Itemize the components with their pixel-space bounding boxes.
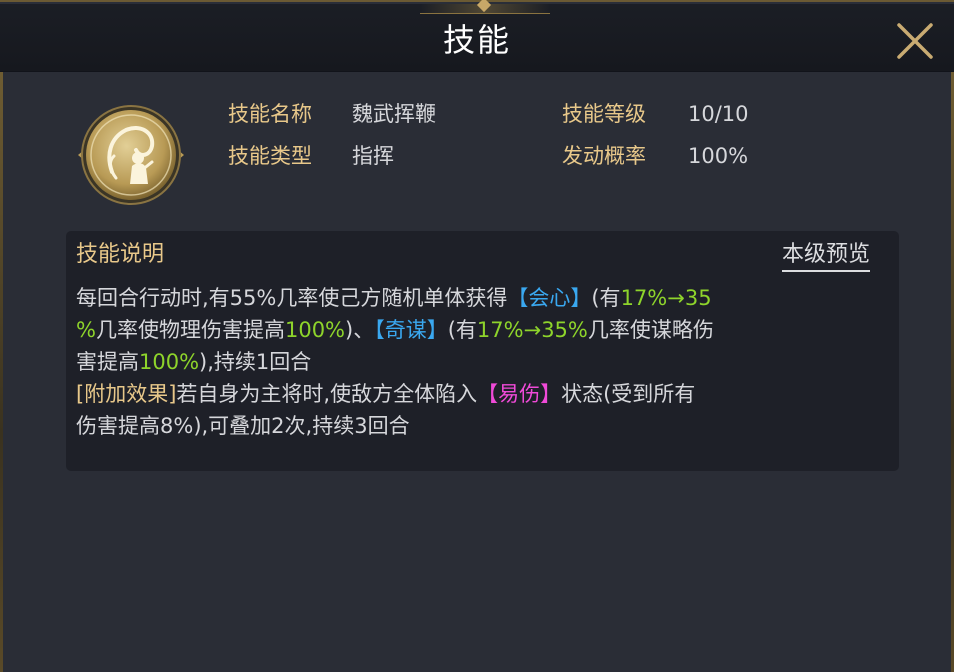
desc-text: 几率使谋略伤 [587,318,714,342]
skill-level-value: 10/10 [688,102,749,126]
desc-text: )、 [345,318,375,342]
trigger-chance-row: 发动概率 [562,142,646,170]
trigger-chance-value: 100% [688,144,749,168]
skill-type-row: 技能类型 [228,142,312,170]
skill-level-value-row: 10/10 [688,100,749,128]
whip-warrior-icon [76,100,186,210]
desc-text: (有 [447,318,477,342]
desc-number: 17%→35% [476,318,588,342]
dialog-title: 技能 [442,21,511,59]
desc-text: 几率使物理伤害提高 [95,318,285,342]
description-line-3: 害提高100%),持续1回合 [76,346,888,378]
description-line-1: 每回合行动时,有55%几率使己方随机单体获得【会心】(有17%→35 [76,282,888,314]
desc-text: (有 [591,286,621,310]
skill-name-value-row: 魏武挥鞭 [352,100,436,128]
level-preview-link[interactable]: 本级预览 [782,240,871,272]
desc-text: 伤害提高8%),可叠加2次,持续3回合 [76,414,410,438]
trigger-chance-value-row: 100% [688,142,748,170]
close-icon[interactable] [894,20,936,62]
desc-text: 若自身为主将时,使敌方全体陷入 [176,382,478,406]
description-line-2: %几率使物理伤害提高100%)、【奇谋】(有17%→35%几率使谋略伤 [76,314,888,346]
keyword-qimou: 【奇谋】 [374,318,448,342]
skill-type-value: 指挥 [352,144,394,168]
extra-effect-tag: [附加效果] [76,382,177,406]
skill-name-label: 技能名称 [228,102,312,126]
skill-name-value: 魏武挥鞭 [352,102,436,126]
skill-type-label: 技能类型 [228,144,312,168]
desc-text: 状态(受到所有 [561,382,696,406]
description-line-4: [附加效果]若自身为主将时,使敌方全体陷入【易伤】状态(受到所有 [76,378,888,410]
description-text: 每回合行动时,有55%几率使己方随机单体获得【会心】(有17%→35 %几率使物… [76,282,888,442]
skill-level-row: 技能等级 [562,100,646,128]
desc-number: 100% [139,350,200,374]
close-button[interactable] [894,20,936,62]
desc-text: 害提高 [76,350,139,374]
trigger-chance-label: 发动概率 [562,144,646,168]
keyword-yishang: 【易伤】 [477,382,562,406]
desc-text: 每回合行动时,有55%几率使己方随机单体获得 [76,286,508,310]
desc-text: ),持续1回合 [199,350,312,374]
keyword-huixin: 【会心】 [507,286,592,310]
dialog-header: 技能 [0,0,954,72]
description-title: 技能说明 [76,242,165,267]
desc-number: 17%→35 [620,286,712,310]
desc-number: 100% [284,318,346,342]
desc-number: % [76,318,96,342]
description-line-5: 伤害提高8%),可叠加2次,持续3回合 [76,410,888,442]
skill-dialog: 技能 技能名称 魏武挥鞭 技能等级 10/10 技能类型 指挥 发动概率 100… [0,0,954,672]
skill-name-row: 技能名称 [228,100,312,128]
skill-level-label: 技能等级 [562,102,646,126]
skill-type-value-row: 指挥 [352,142,394,170]
